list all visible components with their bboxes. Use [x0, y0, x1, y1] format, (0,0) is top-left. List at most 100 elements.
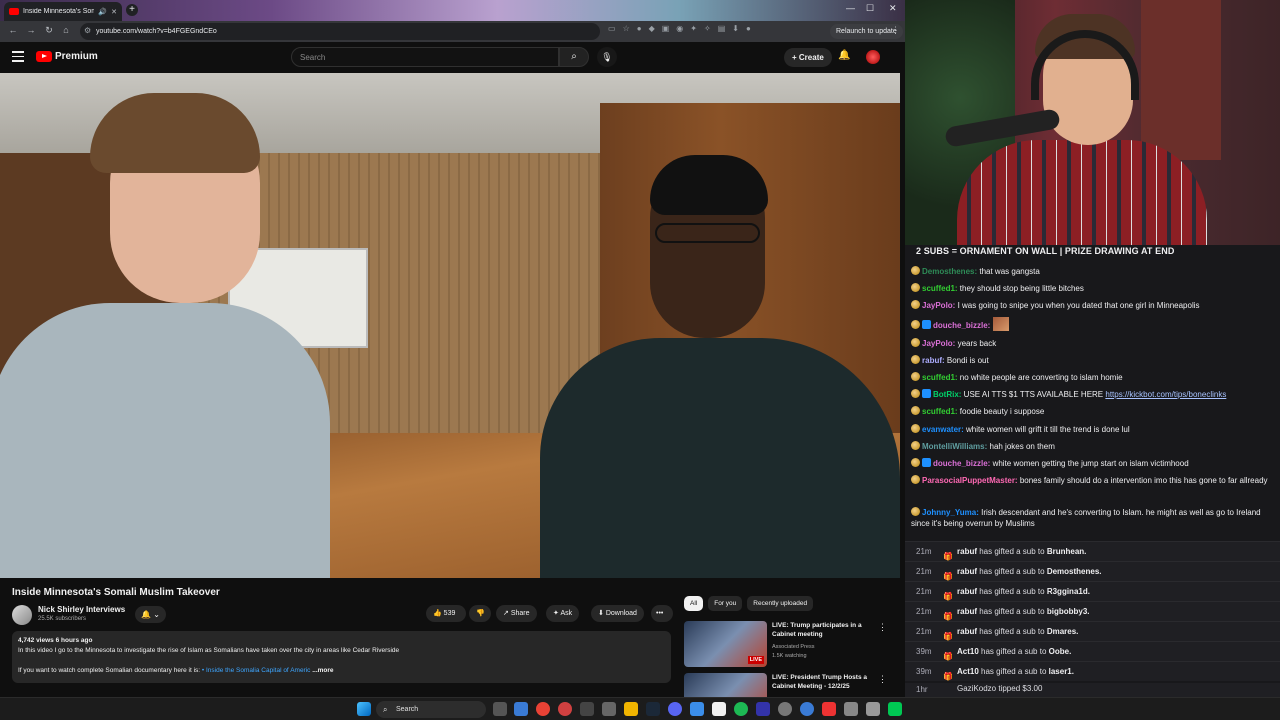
- extension-icon[interactable]: ●: [637, 24, 642, 33]
- more-actions-button[interactable]: •••: [651, 605, 673, 622]
- event-recipient[interactable]: bigbobby3.: [1047, 607, 1090, 616]
- chip-all[interactable]: All: [684, 596, 704, 611]
- event-recipient[interactable]: Brunhean.: [1047, 547, 1087, 556]
- event-recipient[interactable]: laser1.: [1049, 667, 1074, 676]
- download-button[interactable]: ⬇ Download: [591, 605, 644, 622]
- sidepanel-icon[interactable]: ▤: [718, 24, 726, 33]
- more-options-icon[interactable]: ⋮: [878, 674, 887, 685]
- address-bar[interactable]: ⚙ youtube.com/watch?v=b4FGEGndCEo: [80, 23, 600, 40]
- speaker-icon[interactable]: 🔊: [98, 8, 107, 16]
- chat-username[interactable]: JayPolo:: [922, 301, 955, 310]
- description-video-link[interactable]: • Inside the Somalia Capital of Americ: [202, 667, 311, 674]
- chat-username[interactable]: MontelliWilliams:: [922, 442, 987, 451]
- chip-for-you[interactable]: For you: [708, 596, 743, 611]
- show-more-link[interactable]: ...more: [312, 667, 333, 674]
- app-icon[interactable]: [778, 702, 792, 716]
- share-button[interactable]: ↗ Share: [496, 605, 537, 622]
- app-icon[interactable]: [580, 702, 594, 716]
- chat-username[interactable]: scuffed1:: [922, 407, 958, 416]
- like-button[interactable]: 👍 539: [426, 605, 466, 622]
- chat-username[interactable]: scuffed1:: [922, 373, 958, 382]
- cast-icon[interactable]: ▭: [608, 24, 616, 33]
- event-gifter[interactable]: rabuf: [957, 547, 977, 556]
- event-gifter[interactable]: Act10: [957, 667, 979, 676]
- extension-icon[interactable]: ◉: [676, 24, 683, 33]
- search-button[interactable]: ⌕: [559, 47, 589, 67]
- dislike-button[interactable]: 👎: [469, 605, 491, 622]
- chat-username[interactable]: douche_bizzle:: [933, 321, 990, 330]
- create-button[interactable]: + Create: [784, 48, 832, 67]
- map-pin-icon[interactable]: [822, 702, 836, 716]
- event-recipient[interactable]: R3ggina1d.: [1047, 587, 1090, 596]
- event-gifter[interactable]: rabuf: [957, 587, 977, 596]
- puzzle-icon[interactable]: ✧: [704, 24, 711, 33]
- description-box[interactable]: 4,742 views 6 hours ago In this video I …: [12, 631, 671, 683]
- app-icon[interactable]: [866, 702, 880, 716]
- chat-link[interactable]: https://kickbot.com/tips/boneclinks: [1105, 390, 1226, 399]
- bookmark-star-icon[interactable]: ☆: [623, 24, 630, 33]
- app-icon[interactable]: [888, 702, 902, 716]
- event-gifter[interactable]: rabuf: [957, 607, 977, 616]
- home-icon[interactable]: ⌂: [57, 25, 75, 35]
- event-gifter[interactable]: rabuf: [957, 567, 977, 576]
- ask-button[interactable]: ✦ Ask: [546, 605, 580, 622]
- chat-username[interactable]: JayPolo:: [922, 339, 955, 348]
- event-recipient[interactable]: Dmares.: [1047, 627, 1079, 636]
- steam-icon[interactable]: [646, 702, 660, 716]
- channel-avatar[interactable]: [12, 605, 32, 625]
- app-icon[interactable]: [756, 702, 770, 716]
- chat-username[interactable]: scuffed1:: [922, 284, 958, 293]
- chat-username[interactable]: ParasocialPuppetMaster:: [922, 476, 1018, 485]
- youtube-logo[interactable]: Premium: [36, 51, 98, 62]
- file-explorer-icon[interactable]: [624, 702, 638, 716]
- video-player[interactable]: [0, 73, 900, 578]
- app-icon[interactable]: [558, 702, 572, 716]
- hamburger-menu-icon[interactable]: [12, 51, 24, 63]
- snipping-tool-icon[interactable]: [844, 702, 858, 716]
- recommended-video[interactable]: LIVE: President Trump Hosts a Cabinet Me…: [684, 673, 894, 697]
- event-gifter[interactable]: rabuf: [957, 627, 977, 636]
- back-icon[interactable]: ←: [4, 25, 22, 35]
- browser-tab[interactable]: Inside Minnesota's Somali Mu 🔊 ✕: [4, 2, 122, 21]
- notifications-bell-icon[interactable]: 🔔: [838, 50, 850, 61]
- chip-recently-uploaded[interactable]: Recently uploaded: [747, 596, 814, 611]
- event-gifter[interactable]: Act10: [957, 647, 979, 656]
- chrome-icon[interactable]: [536, 702, 550, 716]
- download-icon[interactable]: ⬇: [732, 24, 739, 33]
- recommended-title[interactable]: LIVE: Trump participates in a Cabinet me…: [772, 621, 872, 639]
- more-options-icon[interactable]: ⋮: [878, 622, 887, 633]
- close-window-icon[interactable]: ✕: [889, 3, 897, 14]
- chat-username[interactable]: evanwater:: [922, 425, 964, 434]
- extension-icon[interactable]: ▣: [662, 24, 670, 33]
- discord-icon[interactable]: [668, 702, 682, 716]
- app-icon[interactable]: [602, 702, 616, 716]
- task-view-icon[interactable]: [493, 702, 507, 716]
- chat-username[interactable]: Johnny_Yuma:: [922, 508, 979, 517]
- reload-icon[interactable]: ↻: [40, 25, 58, 36]
- app-icon[interactable]: [514, 702, 528, 716]
- channel-name[interactable]: Nick Shirley Interviews: [38, 605, 125, 614]
- app-icon[interactable]: [800, 702, 814, 716]
- forward-icon[interactable]: →: [22, 25, 40, 35]
- app-icon[interactable]: [712, 702, 726, 716]
- video-thumbnail[interactable]: [684, 673, 767, 697]
- windows-start-icon[interactable]: [357, 702, 371, 716]
- chat-username[interactable]: rabuf:: [922, 356, 945, 365]
- menu-kebab-icon[interactable]: ⋮: [891, 25, 900, 36]
- chat-username[interactable]: Demosthenes:: [922, 267, 977, 276]
- new-tab-button[interactable]: +: [126, 4, 138, 16]
- minimize-icon[interactable]: —: [846, 3, 855, 13]
- site-info-icon[interactable]: ⚙: [84, 26, 91, 35]
- chat-username[interactable]: douche_bizzle:: [933, 459, 990, 468]
- extension-icon[interactable]: ◆: [649, 24, 655, 33]
- video-thumbnail[interactable]: LIVE: [684, 621, 767, 667]
- chat-username[interactable]: BotRix:: [933, 390, 961, 399]
- search-input[interactable]: Search: [291, 47, 559, 67]
- recommended-title[interactable]: LIVE: President Trump Hosts a Cabinet Me…: [772, 673, 872, 691]
- maximize-icon[interactable]: ☐: [866, 3, 874, 14]
- extension-icon[interactable]: ✦: [690, 24, 697, 33]
- taskbar-search[interactable]: ⌕ Search: [376, 701, 486, 718]
- event-recipient[interactable]: Demosthenes.: [1047, 567, 1102, 576]
- close-tab-icon[interactable]: ✕: [111, 8, 117, 16]
- app-icon[interactable]: [690, 702, 704, 716]
